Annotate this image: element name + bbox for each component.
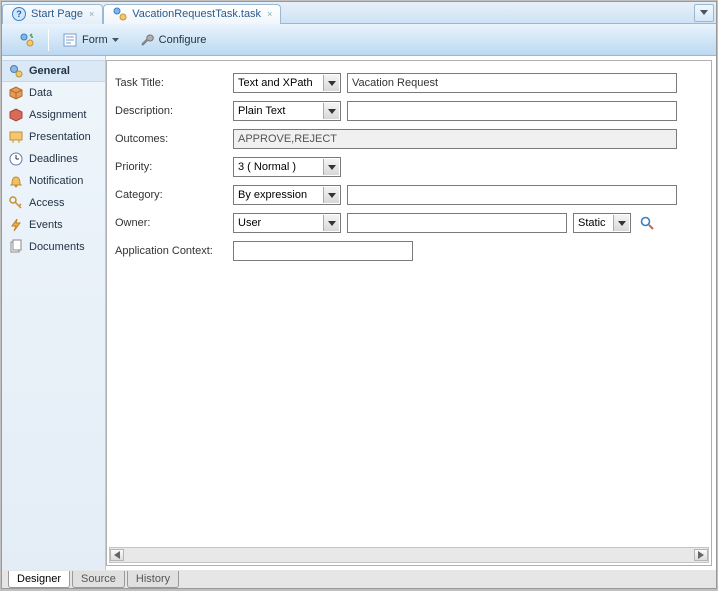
horizontal-scrollbar[interactable]: [109, 547, 709, 563]
combo-value: Static: [578, 217, 606, 229]
description-mode-combo[interactable]: Plain Text: [233, 101, 341, 121]
wizard-icon: [19, 32, 35, 48]
view-tab-source[interactable]: Source: [72, 571, 125, 588]
label-task-title: Task Title:: [115, 77, 233, 89]
nav-item-presentation[interactable]: Presentation: [2, 126, 105, 148]
priority-combo[interactable]: 3 ( Normal ): [233, 157, 341, 177]
form-label: Form: [82, 34, 108, 46]
close-icon[interactable]: ×: [267, 9, 272, 19]
nav-label: Events: [29, 219, 63, 231]
assignment-icon: [8, 107, 24, 123]
editor-window: ? Start Page × VacationRequestTask.task …: [1, 1, 717, 589]
tab-label: VacationRequestTask.task: [132, 8, 261, 20]
nav-label: Assignment: [29, 109, 86, 121]
outcomes-input[interactable]: [233, 129, 677, 149]
combo-value: Plain Text: [238, 105, 286, 117]
description-input[interactable]: [347, 101, 677, 121]
label-category: Category:: [115, 189, 233, 201]
owner-input[interactable]: [347, 213, 567, 233]
label-owner: Owner:: [115, 217, 233, 229]
toolbar: Form Configure: [2, 24, 716, 56]
nav-item-data[interactable]: Data: [2, 82, 105, 104]
chevron-down-icon: [323, 159, 339, 175]
view-tab-history[interactable]: History: [127, 571, 179, 588]
task-title-mode-combo[interactable]: Text and XPath: [233, 73, 341, 93]
nav-item-notification[interactable]: Notification: [2, 170, 105, 192]
search-icon: [639, 215, 655, 231]
help-icon: ?: [11, 6, 27, 22]
category-mode-combo[interactable]: By expression: [233, 185, 341, 205]
clock-icon: [8, 151, 24, 167]
gears-icon: [8, 63, 24, 79]
package-icon: [8, 85, 24, 101]
combo-value: 3 ( Normal ): [238, 161, 296, 173]
nav-label: Presentation: [29, 131, 91, 143]
editor-tabstrip: ? Start Page × VacationRequestTask.task …: [2, 2, 716, 24]
chevron-down-icon: [112, 38, 119, 42]
key-icon: [8, 195, 24, 211]
chevron-down-icon: [323, 75, 339, 91]
scroll-left-button[interactable]: [110, 549, 124, 561]
owner-mode-combo[interactable]: User: [233, 213, 341, 233]
tab-start-page[interactable]: ? Start Page ×: [2, 4, 103, 24]
close-icon[interactable]: ×: [89, 9, 94, 19]
nav-item-assignment[interactable]: Assignment: [2, 104, 105, 126]
combo-value: By expression: [238, 189, 307, 201]
tab-overflow-menu[interactable]: [694, 4, 714, 22]
nav-label: Documents: [29, 241, 85, 253]
chevron-down-icon: [323, 103, 339, 119]
tab-task-file[interactable]: VacationRequestTask.task ×: [103, 4, 281, 24]
nav-item-documents[interactable]: Documents: [2, 236, 105, 258]
section-nav: General Data Assignment Presentation Dea…: [2, 56, 106, 570]
chevron-down-icon: [613, 215, 629, 231]
owner-scope-combo[interactable]: Static: [573, 213, 631, 233]
nav-item-general[interactable]: General: [2, 60, 105, 82]
view-tabstrip: Designer Source History: [2, 570, 716, 588]
configure-button[interactable]: Configure: [132, 28, 214, 52]
configure-label: Configure: [159, 34, 207, 46]
app-context-input[interactable]: [233, 241, 413, 261]
combo-value: User: [238, 217, 261, 229]
nav-item-deadlines[interactable]: Deadlines: [2, 148, 105, 170]
label-outcomes: Outcomes:: [115, 133, 233, 145]
scroll-right-button[interactable]: [694, 549, 708, 561]
nav-item-events[interactable]: Events: [2, 214, 105, 236]
tab-label: Start Page: [31, 8, 83, 20]
nav-label: Deadlines: [29, 153, 78, 165]
form-panel: Task Title: Text and XPath Description: …: [106, 60, 712, 566]
presentation-icon: [8, 129, 24, 145]
chevron-down-icon: [323, 187, 339, 203]
owner-browse-button[interactable]: [639, 215, 655, 231]
wrench-icon: [139, 32, 155, 48]
view-tab-designer[interactable]: Designer: [8, 571, 70, 588]
combo-value: Text and XPath: [238, 77, 313, 89]
nav-label: Access: [29, 197, 64, 209]
task-title-input[interactable]: [347, 73, 677, 93]
wizard-button[interactable]: [12, 28, 42, 52]
nav-label: General: [29, 65, 70, 77]
form-dropdown-button[interactable]: Form: [55, 28, 126, 52]
nav-label: Notification: [29, 175, 83, 187]
form-icon: [62, 32, 78, 48]
nav-label: Data: [29, 87, 52, 99]
bell-icon: [8, 173, 24, 189]
label-app-context: Application Context:: [115, 245, 233, 257]
task-file-icon: [112, 6, 128, 22]
category-input[interactable]: [347, 185, 677, 205]
label-priority: Priority:: [115, 161, 233, 173]
nav-item-access[interactable]: Access: [2, 192, 105, 214]
lightning-icon: [8, 217, 24, 233]
chevron-down-icon: [323, 215, 339, 231]
documents-icon: [8, 239, 24, 255]
label-description: Description:: [115, 105, 233, 117]
svg-text:?: ?: [16, 9, 22, 19]
